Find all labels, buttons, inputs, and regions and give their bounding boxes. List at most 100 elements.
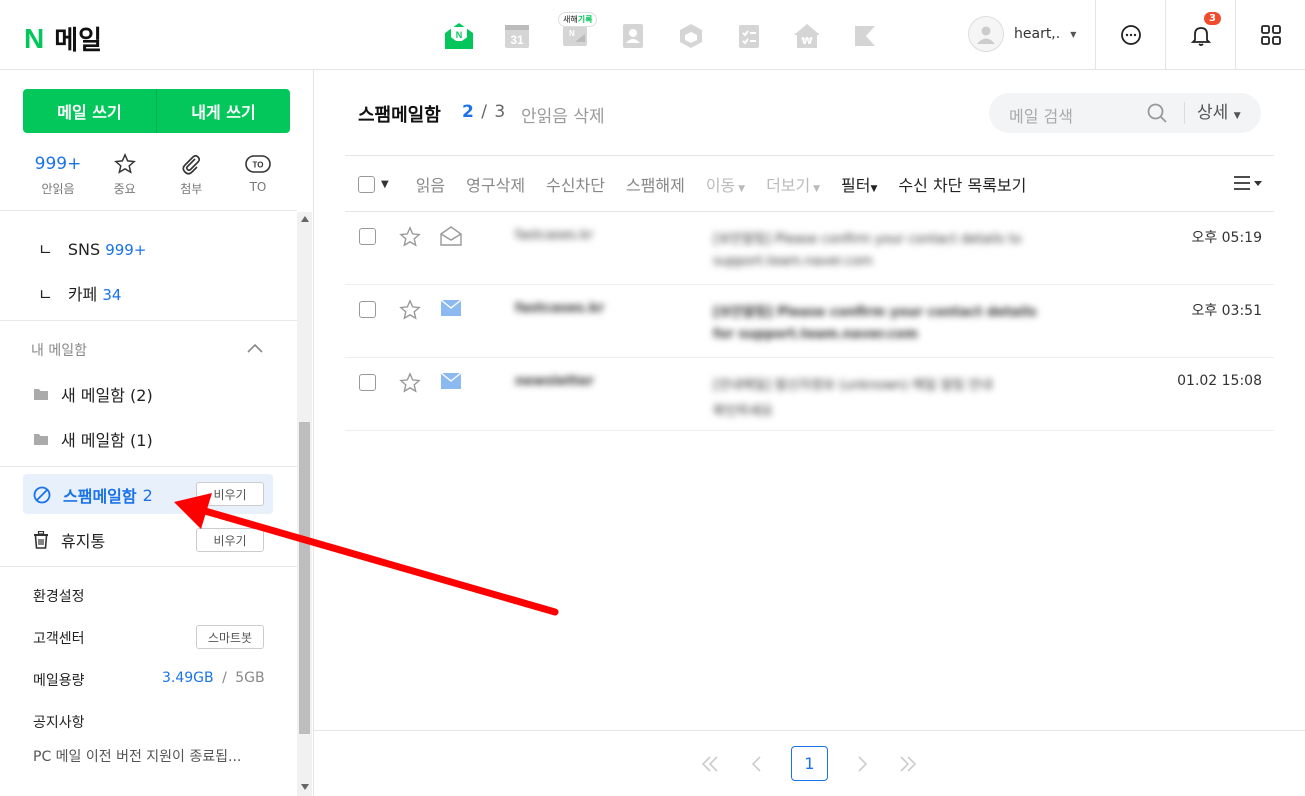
folder-new-mailbox-1[interactable]: 새 메일함 (1) xyxy=(33,427,153,451)
storage-used: 3.49GB xyxy=(162,670,214,686)
list-options-button[interactable] xyxy=(1232,174,1264,196)
mail-checkbox[interactable] xyxy=(359,301,376,318)
block-list-button[interactable]: 수신 차단 목록보기 xyxy=(898,172,1026,196)
detail-label: 상세 xyxy=(1197,103,1229,123)
last-page-button[interactable] xyxy=(898,755,918,773)
scrollbar-thumb[interactable] xyxy=(299,422,310,734)
filter-label: 필터 xyxy=(841,176,871,195)
mail-time: 01.02 15:08 xyxy=(1177,373,1262,389)
to-icon: TO xyxy=(245,155,271,173)
filter-button[interactable]: 필터▼ xyxy=(841,172,877,196)
todo-app-button[interactable] xyxy=(720,18,778,54)
bookmark-app-button[interactable] xyxy=(836,18,894,54)
grid-icon xyxy=(1260,25,1281,45)
naver-mail-logo[interactable]: N 메일 xyxy=(24,20,102,57)
search-input[interactable]: 메일 검색 xyxy=(1009,103,1073,127)
empty-spam-button[interactable]: 비우기 xyxy=(196,482,264,506)
mail-sender: fastcases.kr xyxy=(515,301,605,316)
folder-sns[interactable]: ㄴ SNS 999+ xyxy=(38,236,146,260)
next-page-button[interactable] xyxy=(857,755,869,773)
quick-important[interactable]: 중요 xyxy=(93,152,157,197)
write-to-self-button[interactable]: 내게 쓰기 xyxy=(157,89,290,133)
first-page-button[interactable] xyxy=(700,755,720,773)
folder-cafe[interactable]: ㄴ 카페 34 xyxy=(38,281,121,305)
star-icon[interactable] xyxy=(399,372,421,394)
prev-page-button[interactable] xyxy=(750,755,762,773)
support-link[interactable]: 고객센터 xyxy=(33,628,85,648)
select-all-checkbox[interactable] xyxy=(358,175,375,193)
user-menu[interactable]: heart,. ▼ xyxy=(968,16,1076,52)
chevron-up-icon[interactable] xyxy=(246,342,264,354)
detail-search-button[interactable]: 상세 ▼ xyxy=(1184,102,1241,124)
divider xyxy=(0,320,297,321)
notice-link[interactable]: 공지사항 xyxy=(33,712,85,732)
quick-unread[interactable]: 999+ 안읽음 xyxy=(26,152,90,197)
talk-button[interactable] xyxy=(1095,0,1165,70)
block-icon xyxy=(33,486,51,504)
svg-text:N: N xyxy=(569,29,575,38)
top-bar: N 메일 N 31 새해기록 N ₩ heart,. ▼ 3 xyxy=(0,0,1305,70)
checklist-icon xyxy=(739,25,759,48)
pagination: 1 xyxy=(314,730,1305,796)
realestate-app-button[interactable]: ₩ xyxy=(778,18,836,54)
more-button[interactable]: 더보기 ▼ xyxy=(766,172,820,196)
mail-sender: fastcases.kr xyxy=(515,228,594,243)
caret-down-icon: ▼ xyxy=(870,184,878,194)
app-grid-button[interactable] xyxy=(1235,0,1305,70)
search-icon[interactable] xyxy=(1146,102,1168,124)
sidebar-scrollbar[interactable] xyxy=(297,212,312,796)
mail-row[interactable]: fastcases.kr [보안알림] Please confirm your … xyxy=(345,285,1274,358)
unspam-button[interactable]: 스팸해제 xyxy=(626,172,685,196)
star-icon[interactable] xyxy=(399,299,421,321)
mail-checkbox[interactable] xyxy=(359,228,376,245)
envelope-open-icon[interactable] xyxy=(440,226,462,246)
mail-subject: [안내메일] 발신자정보 (unknown) 메일 알림 안내 xyxy=(713,378,993,393)
storage-separator: / xyxy=(222,670,227,686)
settings-link[interactable]: 환경설정 xyxy=(33,586,85,606)
calendar-app-button[interactable]: 31 xyxy=(488,18,546,54)
double-chevron-right-icon xyxy=(900,756,917,772)
contacts-icon xyxy=(623,24,643,48)
folder-count: 34 xyxy=(102,286,122,304)
delete-unread-button[interactable]: 안읽음 삭제 xyxy=(521,102,605,127)
delete-forever-button[interactable]: 영구삭제 xyxy=(466,172,525,196)
folder-count: 2 xyxy=(142,485,153,505)
mybox-app-button[interactable] xyxy=(662,18,720,54)
caret-down-icon[interactable]: ▼ xyxy=(381,179,389,190)
mail-subject-line2: support.team.naver.com xyxy=(713,254,873,269)
read-button[interactable]: 읽음 xyxy=(416,172,445,196)
folder-new-mailbox-2[interactable]: 새 메일함 (2) xyxy=(33,382,153,406)
notification-button[interactable]: 3 xyxy=(1165,0,1235,70)
spam-folder-label-group[interactable]: 스팸메일함 2 xyxy=(33,483,153,507)
subfolder-prefix: ㄴ xyxy=(38,240,53,259)
compose-group: 메일 쓰기 내게 쓰기 xyxy=(23,89,290,133)
mail-app-button[interactable]: N xyxy=(430,18,488,54)
envelope-icon[interactable] xyxy=(440,372,462,390)
mail-checkbox[interactable] xyxy=(359,374,376,391)
compose-button[interactable]: 메일 쓰기 xyxy=(23,89,156,133)
quick-attachment[interactable]: 첨부 xyxy=(159,152,223,197)
folder-trash[interactable]: 휴지통 xyxy=(33,528,105,552)
notice-text[interactable]: PC 메일 이전 버전 지원이 종료됩... xyxy=(33,746,241,766)
folder-label: 스팸메일함 xyxy=(63,487,137,506)
envelope-icon[interactable] xyxy=(440,299,462,317)
star-icon[interactable] xyxy=(399,226,421,248)
mail-open-icon: N xyxy=(445,23,473,49)
move-button[interactable]: 이동 ▼ xyxy=(706,172,745,196)
divider xyxy=(0,566,297,567)
mail-row[interactable]: newsletter [안내메일] 발신자정보 (unknown) 메일 알림 … xyxy=(345,358,1274,431)
contacts-app-button[interactable] xyxy=(604,18,662,54)
quick-to-me[interactable]: TO TO xyxy=(226,152,290,197)
folder-label: 새 메일함 (2) xyxy=(61,386,153,405)
page-number-current[interactable]: 1 xyxy=(791,746,828,781)
scroll-down-icon[interactable] xyxy=(301,784,309,790)
folder-icon xyxy=(34,434,48,445)
mail-row[interactable]: fastcases.kr [보안알림] Please confirm your … xyxy=(345,212,1274,285)
smartbot-button[interactable]: 스마트봇 xyxy=(196,625,264,649)
search-box[interactable]: 메일 검색 상세 ▼ xyxy=(989,93,1261,133)
block-sender-button[interactable]: 수신차단 xyxy=(546,172,605,196)
empty-trash-button[interactable]: 비우기 xyxy=(196,528,264,552)
memo-app-button[interactable]: 새해기록 N xyxy=(546,12,604,54)
unread-count: 2 xyxy=(462,102,474,122)
scroll-up-icon[interactable] xyxy=(301,216,309,222)
